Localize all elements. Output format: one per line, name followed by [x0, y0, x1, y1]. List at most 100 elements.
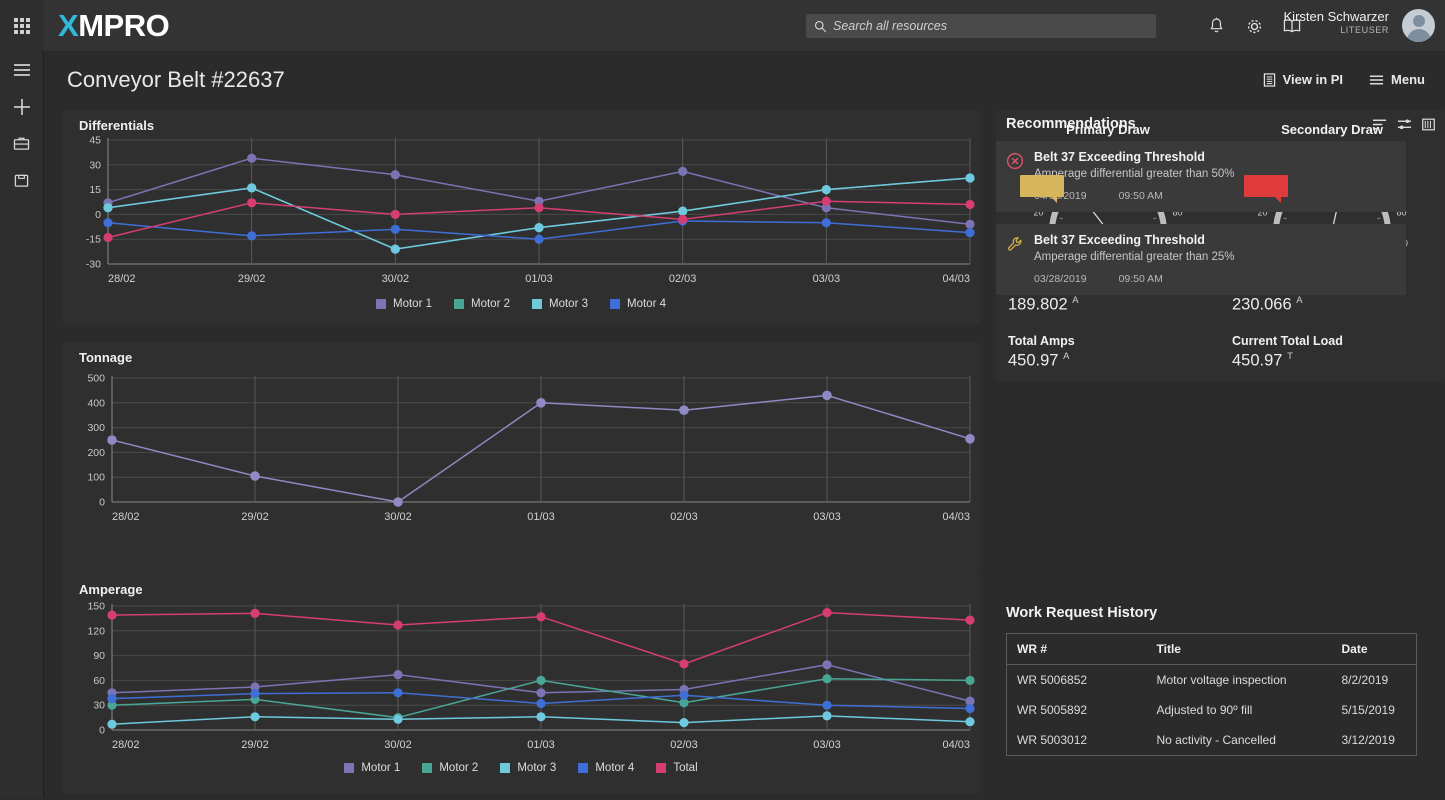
menu-button[interactable]: Menu: [1369, 72, 1425, 87]
stat-total-amps: Total Amps 450.97 A: [996, 334, 1220, 371]
data-point[interactable]: [536, 699, 545, 708]
data-point[interactable]: [393, 620, 402, 629]
data-point[interactable]: [534, 223, 543, 232]
data-point[interactable]: [103, 233, 112, 242]
legend-item[interactable]: Motor 4: [578, 762, 634, 774]
data-point[interactable]: [679, 659, 688, 668]
data-point[interactable]: [679, 405, 689, 415]
data-point[interactable]: [103, 218, 112, 227]
data-point[interactable]: [247, 198, 256, 207]
data-point[interactable]: [107, 611, 116, 620]
table-row[interactable]: WR 5005892 Adjusted to 90º fill 5/15/201…: [1007, 695, 1417, 725]
recommendation-subtitle: Amperage differential greater than 50%: [1034, 168, 1394, 180]
data-point[interactable]: [393, 670, 402, 679]
legend-item[interactable]: Motor 4: [610, 298, 666, 310]
sort-icon[interactable]: [1372, 118, 1387, 131]
cell-title: Motor voltage inspection: [1147, 665, 1332, 696]
gauge-tick-mark: [1284, 218, 1287, 219]
search-input[interactable]: [833, 19, 1148, 33]
legend-item[interactable]: Motor 3: [532, 298, 588, 310]
brand-logo[interactable]: XMPRO: [58, 8, 169, 44]
table-row[interactable]: WR 5006852 Motor voltage inspection 8/2/…: [1007, 665, 1417, 696]
data-point[interactable]: [822, 660, 831, 669]
sidebar-item-menu[interactable]: [0, 51, 43, 88]
x-axis-tick: 04/03: [942, 511, 970, 523]
legend-item[interactable]: Motor 2: [454, 298, 510, 310]
data-point[interactable]: [107, 435, 117, 445]
sidebar-item-archive[interactable]: [0, 162, 43, 199]
data-point[interactable]: [822, 197, 831, 206]
data-point[interactable]: [965, 173, 974, 182]
data-point[interactable]: [250, 712, 259, 721]
avatar[interactable]: [1402, 9, 1435, 42]
data-point[interactable]: [536, 676, 545, 685]
legend-item[interactable]: Motor 3: [500, 762, 556, 774]
data-point[interactable]: [391, 170, 400, 179]
settings-button[interactable]: [1235, 13, 1273, 39]
data-point[interactable]: [391, 225, 400, 234]
data-point[interactable]: [250, 471, 260, 481]
data-point[interactable]: [822, 185, 831, 194]
data-point[interactable]: [678, 215, 687, 224]
legend-item[interactable]: Total: [656, 762, 697, 774]
data-point[interactable]: [965, 704, 974, 713]
table-row[interactable]: WR 5003012 No activity - Cancelled 3/12/…: [1007, 725, 1417, 756]
data-point[interactable]: [965, 434, 975, 444]
search-box[interactable]: [806, 14, 1156, 38]
data-point[interactable]: [965, 717, 974, 726]
user-info[interactable]: Kirsten Schwarzer LITEUSER: [1284, 10, 1389, 35]
x-axis-tick: 02/03: [670, 739, 698, 751]
view-in-pi-button[interactable]: View in PI: [1263, 72, 1343, 87]
data-point[interactable]: [822, 608, 831, 617]
data-point[interactable]: [678, 167, 687, 176]
legend-item[interactable]: Motor 1: [344, 762, 400, 774]
data-point[interactable]: [247, 183, 256, 192]
data-point[interactable]: [103, 203, 112, 212]
data-point[interactable]: [391, 245, 400, 254]
data-point[interactable]: [965, 228, 974, 237]
data-point[interactable]: [536, 398, 546, 408]
data-point[interactable]: [393, 497, 403, 507]
cell-title: No activity - Cancelled: [1147, 725, 1332, 756]
data-point[interactable]: [107, 720, 116, 729]
data-point[interactable]: [822, 711, 831, 720]
data-point[interactable]: [250, 609, 259, 618]
data-point[interactable]: [965, 676, 974, 685]
sidebar-item-add[interactable]: [0, 88, 43, 125]
data-point[interactable]: [391, 210, 400, 219]
data-point[interactable]: [534, 235, 543, 244]
data-point[interactable]: [107, 694, 116, 703]
list-view-icon[interactable]: [1422, 118, 1435, 131]
data-point[interactable]: [536, 612, 545, 621]
sidebar-item-toolbox[interactable]: [0, 125, 43, 162]
x-axis-tick: 29/02: [241, 511, 269, 523]
data-point[interactable]: [678, 207, 687, 216]
legend-item[interactable]: Motor 1: [376, 298, 432, 310]
y-axis-tick: 0: [99, 497, 105, 509]
data-point[interactable]: [247, 231, 256, 240]
data-point[interactable]: [393, 688, 402, 697]
data-point[interactable]: [965, 200, 974, 209]
data-point[interactable]: [536, 712, 545, 721]
data-point[interactable]: [250, 689, 259, 698]
stat-current-total-load: Current Total Load 450.97 T: [1220, 334, 1444, 371]
app-launcher-button[interactable]: [0, 0, 44, 51]
x-axis-tick: 03/03: [813, 511, 841, 523]
data-point[interactable]: [822, 701, 831, 710]
data-point[interactable]: [536, 688, 545, 697]
data-point[interactable]: [965, 616, 974, 625]
data-point[interactable]: [393, 715, 402, 724]
data-point[interactable]: [822, 674, 831, 683]
data-point[interactable]: [247, 154, 256, 163]
data-point[interactable]: [679, 718, 688, 727]
data-point[interactable]: [534, 203, 543, 212]
data-point[interactable]: [965, 220, 974, 229]
legend-item[interactable]: Motor 2: [422, 762, 478, 774]
data-point[interactable]: [822, 391, 832, 401]
recommendation-item[interactable]: Belt 37 Exceeding Threshold Amperage dif…: [996, 224, 1406, 295]
filter-sliders-icon[interactable]: [1397, 118, 1412, 131]
data-point[interactable]: [822, 218, 831, 227]
data-point[interactable]: [679, 691, 688, 700]
brand-rest-text: MPRO: [78, 8, 169, 43]
notifications-button[interactable]: [1197, 13, 1235, 39]
